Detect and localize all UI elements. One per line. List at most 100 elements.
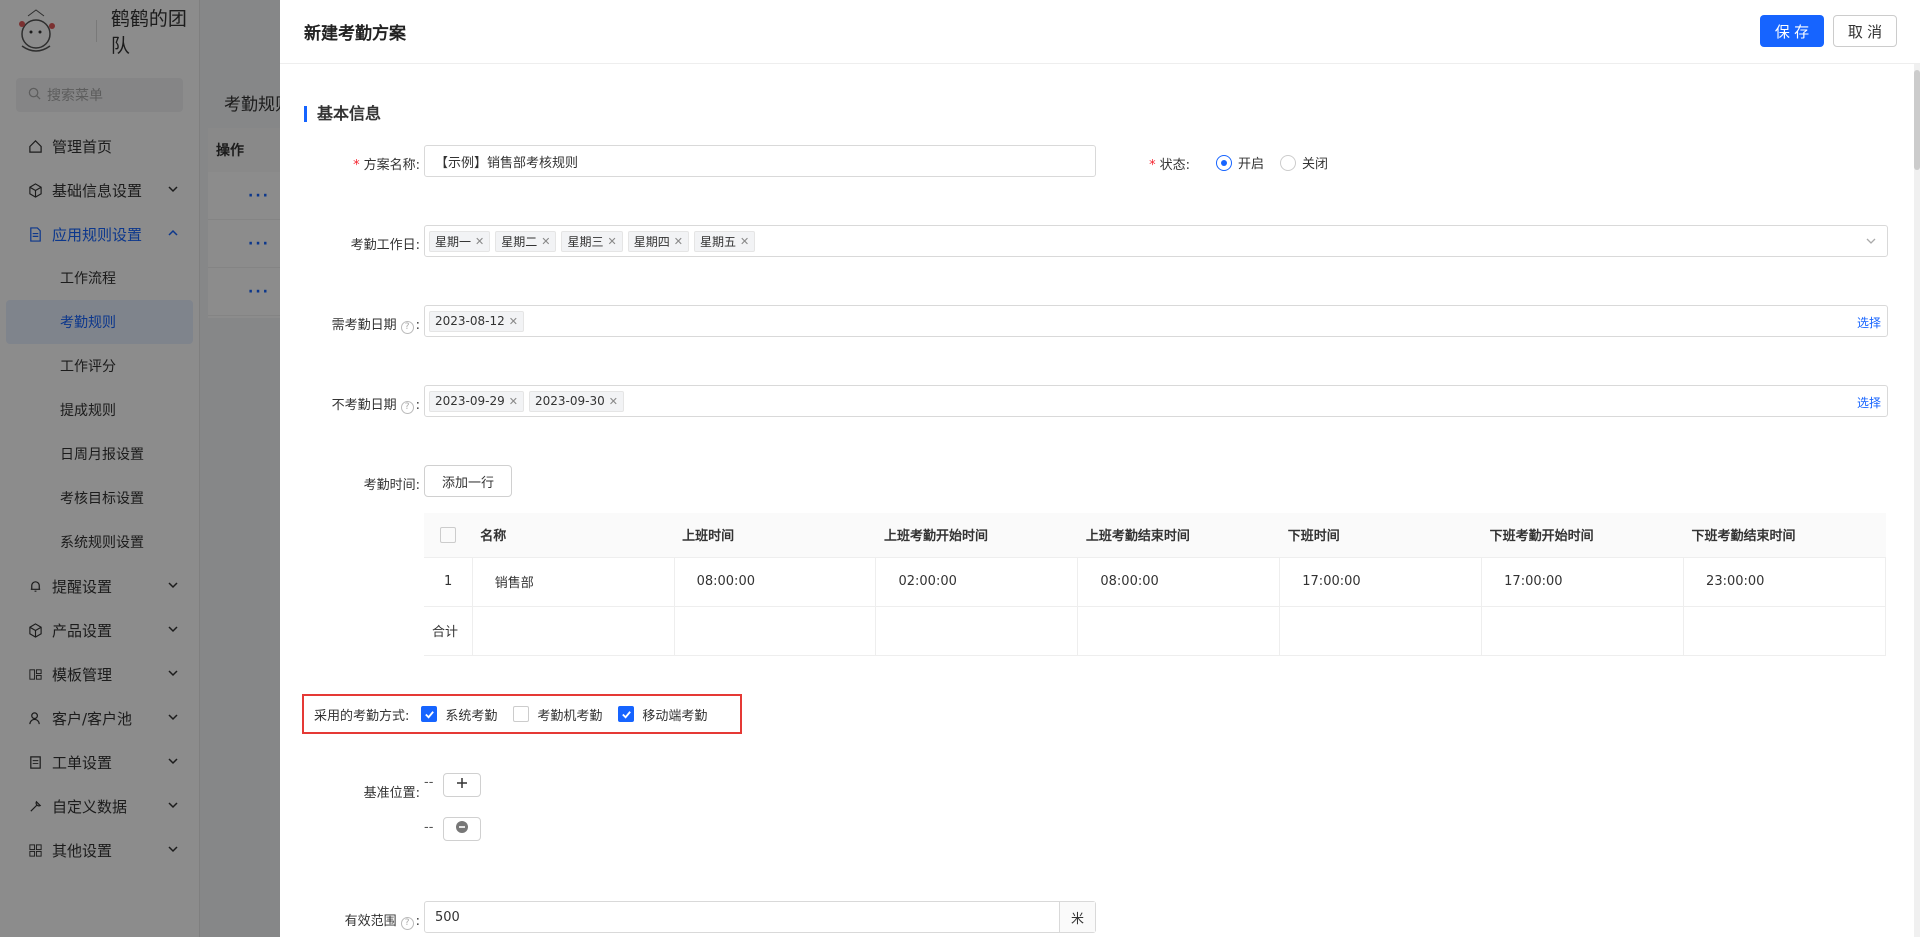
range-unit: 米 [1059,902,1095,932]
table-cell[interactable]: 23:00:00 [1683,557,1886,607]
select-dates-link[interactable]: 选择 [1857,394,1881,411]
status-on-radio[interactable]: 开启 [1216,153,1264,172]
section-title-basic: 基本信息 [304,106,381,122]
close-icon[interactable]: ✕ [509,395,518,408]
status-off-radio[interactable]: 关闭 [1280,153,1328,172]
table-cell[interactable]: 08:00:00 [674,557,877,607]
col-header: 名称 [472,513,675,558]
total-label: 合计 [424,606,473,656]
required-dates-label-text: 需考勤日期 [331,318,397,333]
method-mobile-checkbox[interactable]: 移动端考勤 [618,705,707,724]
attendance-methods-highlight: 采用的考勤方式: 系统考勤 考勤机考勤 移动端考勤 [302,694,742,734]
cell-value: 08:00:00 [696,574,755,589]
method-label: 移动端考勤 [642,708,708,724]
date-tag: 2023-09-30 ✕ [528,390,624,412]
workday-tag: 星期四 ✕ [627,230,689,252]
plan-name-label-text: 方案名称: [363,158,420,173]
close-icon[interactable]: ✕ [674,235,683,248]
close-icon[interactable]: ✕ [475,235,484,248]
workday-tag: 星期二 ✕ [495,230,557,252]
method-label: 考勤机考勤 [537,708,603,724]
tag-label: 星期三 [567,234,604,249]
cell-value: 23:00:00 [1706,574,1765,589]
table-cell[interactable]: 销售部 [472,557,675,607]
add-location-button[interactable] [443,773,481,797]
close-icon[interactable]: ✕ [609,395,618,408]
select-dates-link[interactable]: 选择 [1857,314,1881,331]
close-icon[interactable]: ✕ [541,235,550,248]
scrollbar-thumb[interactable] [1914,70,1920,170]
table-cell[interactable]: 08:00:00 [1077,557,1281,607]
drawer-scrollbar[interactable] [1914,64,1920,937]
workday-tag: 星期三 ✕ [561,230,623,252]
table-cell [1683,606,1886,656]
table-row: 1 销售部 08:00:00 02:00:00 08:00:00 17:00:0… [424,557,1886,607]
close-icon[interactable]: ✕ [607,235,616,248]
col-header: 上班时间 [674,513,876,558]
plan-name-input[interactable]: 【示例】销售部考核规则 [424,145,1096,177]
table-cell[interactable]: 02:00:00 [875,557,1079,607]
cancel-button[interactable]: 取 消 [1833,15,1897,47]
help-icon[interactable]: ? [400,401,414,414]
cell-value: 08:00:00 [1100,574,1159,589]
range-value: 500 [435,909,460,925]
select-all-checkbox[interactable] [440,526,456,543]
location-placeholder: -- [424,820,434,835]
create-attendance-drawer: 新建考勤方案 保 存 取 消 基本信息 * 方案名称: 【示例】销售部考核规则 *… [280,0,1920,937]
cell-value: 17:00:00 [1504,574,1563,589]
checkmark-icon [618,706,635,722]
help-icon[interactable]: ? [400,917,414,930]
save-button[interactable]: 保 存 [1760,15,1824,47]
tag-label: 星期二 [501,234,538,249]
tag-label: 星期五 [699,234,736,249]
row-index: 1 [424,557,473,607]
workdays-select[interactable]: 星期一 ✕ 星期二 ✕ 星期三 ✕ 星期四 ✕ 星期五 ✕ [424,225,1888,257]
method-machine-checkbox[interactable]: 考勤机考勤 [513,705,602,724]
table-cell[interactable]: 17:00:00 [1279,557,1483,607]
table-cell[interactable]: 17:00:00 [1481,557,1685,607]
help-icon[interactable]: ? [400,321,414,334]
checkmark-icon [421,706,438,722]
add-row-button[interactable]: 添加一行 [424,465,512,497]
chevron-down-icon[interactable] [1865,235,1877,251]
select-all-checkbox-cell [424,513,473,558]
col-header: 下班考勤结束时间 [1683,513,1886,558]
col-header: 上班考勤开始时间 [875,513,1078,558]
table-cell [1481,606,1685,656]
modal-overlay[interactable] [0,0,280,937]
date-tag: 2023-08-12 ✕ [429,310,524,332]
col-header: 上班考勤结束时间 [1077,513,1280,558]
date-tag: 2023-09-29 ✕ [429,390,524,412]
plus-icon [456,777,468,793]
drawer-header: 新建考勤方案 保 存 取 消 [280,0,1920,64]
remove-location-button[interactable] [443,817,481,841]
method-system-checkbox[interactable]: 系统考勤 [421,705,497,724]
required-dates-field[interactable]: 2023-08-12 ✕ 选择 [424,305,1888,337]
excluded-dates-label: 不考勤日期?: [331,398,420,414]
attendance-time-label: 考勤时间: [363,478,420,493]
valid-range-label: 有效范围?: [344,914,420,930]
workday-tag: 星期五 ✕ [693,230,756,252]
attendance-time-table: 名称 上班时间 上班考勤开始时间 上班考勤结束时间 下班时间 下班考勤开始时间 … [424,513,1886,656]
excluded-dates-field[interactable]: 2023-09-29 ✕ 2023-09-30 ✕ 选择 [424,385,1888,417]
table-cell [674,606,877,656]
valid-range-input[interactable]: 500 米 [424,901,1096,933]
drawer-title: 新建考勤方案 [304,24,406,44]
status-label: * 状态: [1149,158,1190,173]
status-off-label: 关闭 [1302,157,1329,172]
col-header: 下班考勤开始时间 [1481,513,1684,558]
status-on-label: 开启 [1238,157,1265,172]
status-label-text: 状态: [1159,158,1190,173]
close-icon[interactable]: ✕ [509,315,518,328]
close-icon[interactable]: ✕ [740,235,749,248]
cell-value: 17:00:00 [1302,574,1361,589]
tag-label: 星期一 [435,234,472,249]
table-cell [875,606,1079,656]
table-cell [1279,606,1483,656]
app-root: 鹤鹤的团队 搜索菜单 管理首页 基础信息设置 应用规则设置 工作流程 考勤规则 … [0,0,1920,937]
plan-name-label: * 方案名称: [353,158,420,173]
attendance-methods-label: 采用的考勤方式: [314,708,410,724]
base-location-label: 基准位置: [363,786,420,801]
tag-label: 星期四 [633,234,670,249]
table-cell [472,606,675,656]
